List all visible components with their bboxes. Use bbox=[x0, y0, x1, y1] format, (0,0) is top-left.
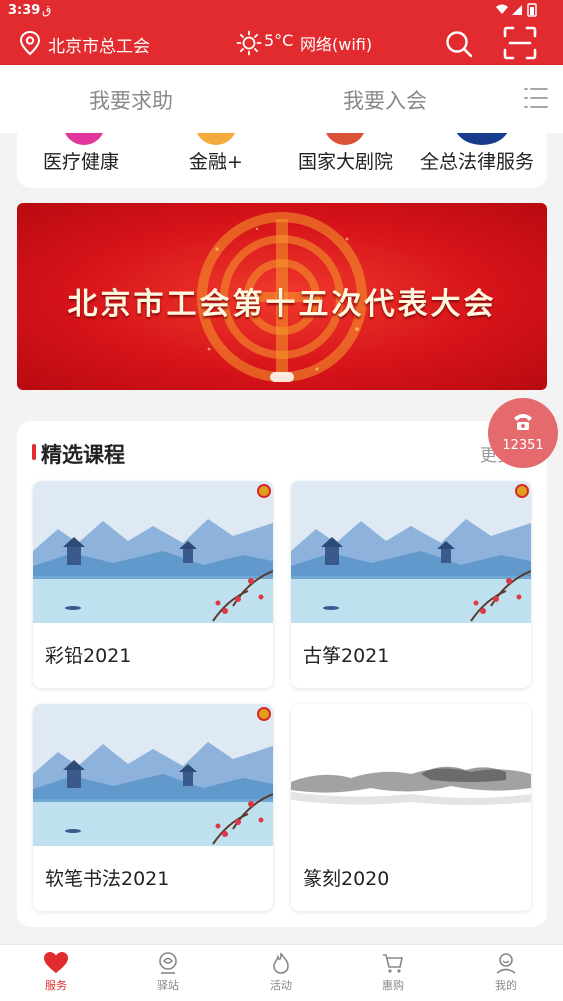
cart-icon bbox=[383, 954, 403, 973]
service-legal[interactable]: 全总法律服务 bbox=[420, 147, 534, 174]
location-pin-icon[interactable] bbox=[18, 30, 42, 56]
nav-shop[interactable]: 惠购 bbox=[363, 951, 423, 993]
course-card[interactable]: 彩铅2021 bbox=[33, 481, 273, 688]
section-accent-bar bbox=[32, 444, 36, 460]
nav-activity[interactable]: 活动 bbox=[251, 951, 311, 993]
course-card[interactable]: 软笔书法2021 bbox=[33, 704, 273, 911]
union-badge-icon bbox=[515, 484, 529, 498]
landscape-thumbnail bbox=[33, 704, 273, 846]
bottom-navigation: 服务 驿站 活动 惠购 我的 bbox=[0, 944, 563, 1001]
search-icon[interactable] bbox=[444, 29, 474, 59]
nav-label: 惠购 bbox=[382, 979, 404, 992]
top-bar: 北京市总工会 5°C 网络(wifi) bbox=[0, 22, 563, 65]
hotline-number: 12351 bbox=[502, 438, 544, 453]
list-menu-icon[interactable] bbox=[524, 87, 548, 109]
nav-label: 服务 bbox=[45, 979, 67, 992]
phone-icon bbox=[514, 414, 532, 430]
tab-bar: 我要求助 我要入会 bbox=[0, 65, 563, 133]
landscape-thumbnail bbox=[291, 481, 531, 623]
temperature: 5°C bbox=[264, 31, 294, 50]
course-card[interactable]: 古筝2021 bbox=[291, 481, 531, 688]
finance-service-icon[interactable] bbox=[195, 133, 237, 145]
theater-service-icon[interactable] bbox=[324, 133, 366, 145]
quick-services: 医疗健康 金融+ 国家大剧院 全总法律服务 bbox=[17, 133, 547, 188]
nav-station[interactable]: 驿站 bbox=[138, 951, 198, 993]
course-card[interactable]: 篆刻2020 bbox=[291, 704, 531, 911]
legal-service-icon[interactable] bbox=[454, 133, 510, 145]
status-time: 3:39 bbox=[8, 3, 41, 18]
station-icon bbox=[159, 952, 177, 974]
nav-label: 驿站 bbox=[157, 979, 179, 992]
union-badge-icon bbox=[257, 707, 271, 721]
service-theater[interactable]: 国家大剧院 bbox=[298, 147, 393, 174]
featured-courses-section: 精选课程 更多 彩铅2021 bbox=[17, 421, 547, 927]
scan-icon[interactable] bbox=[502, 25, 538, 61]
city-selector[interactable]: 北京市总工会 bbox=[48, 32, 150, 57]
sun-icon bbox=[236, 30, 262, 56]
banner-carousel[interactable]: 北京市工会第十五次代表大会 bbox=[17, 203, 547, 390]
course-name: 篆刻2020 bbox=[303, 868, 390, 890]
union-badge-icon bbox=[257, 484, 271, 498]
carousel-indicator bbox=[270, 372, 294, 382]
nav-label: 活动 bbox=[270, 979, 292, 992]
course-name: 古筝2021 bbox=[303, 645, 390, 667]
section-title: 精选课程 bbox=[41, 443, 125, 467]
medical-service-icon[interactable] bbox=[63, 133, 105, 145]
nav-label: 我的 bbox=[495, 979, 517, 992]
service-finance[interactable]: 金融+ bbox=[189, 147, 243, 174]
landscape-thumbnail bbox=[33, 481, 273, 623]
tab-help[interactable]: 我要求助 bbox=[89, 85, 173, 115]
wifi-signal-battery-icon bbox=[496, 3, 537, 17]
nav-mine[interactable]: 我的 bbox=[476, 951, 536, 993]
status-bar: 3:39 ق bbox=[0, 0, 563, 22]
nav-service[interactable]: 服务 bbox=[26, 951, 86, 993]
user-icon bbox=[496, 953, 516, 974]
system-icons bbox=[495, 3, 541, 20]
heart-icon bbox=[44, 952, 68, 973]
carrier-glyph: ق bbox=[42, 3, 52, 17]
hotline-button[interactable]: 12351 bbox=[488, 398, 558, 468]
tab-join[interactable]: 我要入会 bbox=[343, 85, 427, 115]
ink-landscape-thumbnail bbox=[291, 704, 531, 846]
service-medical[interactable]: 医疗健康 bbox=[43, 147, 119, 174]
network-status: 网络(wifi) bbox=[300, 35, 373, 54]
course-name: 软笔书法2021 bbox=[45, 868, 170, 890]
banner-title: 北京市工会第十五次代表大会 bbox=[67, 287, 497, 322]
flame-icon bbox=[273, 952, 289, 974]
course-name: 彩铅2021 bbox=[45, 645, 132, 667]
